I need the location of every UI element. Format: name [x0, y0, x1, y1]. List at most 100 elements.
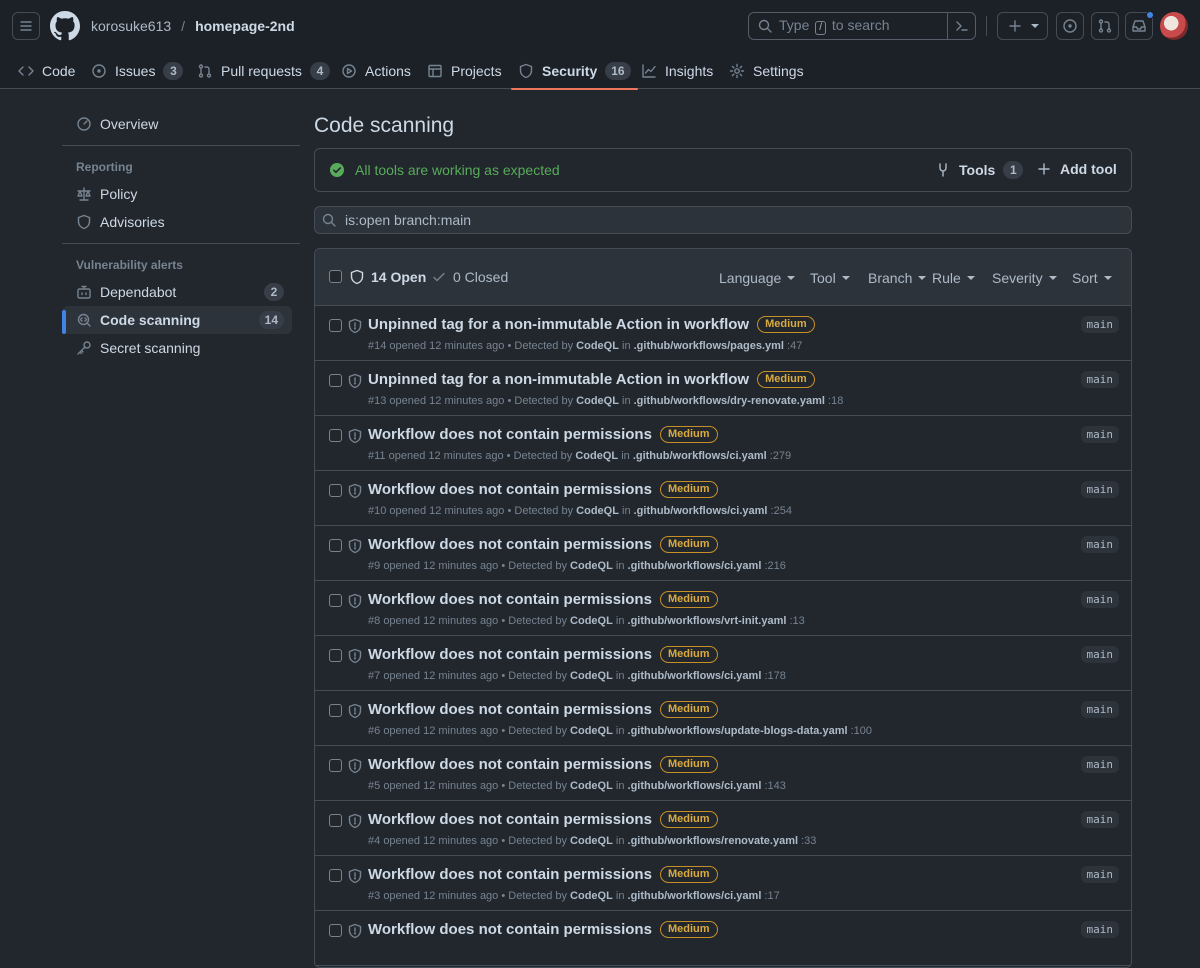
alert-file-path[interactable]: .github/workflows/ci.yaml: [633, 450, 767, 462]
alert-title-link[interactable]: Workflow does not contain permissions Med…: [368, 701, 718, 718]
alert-row[interactable]: Workflow does not contain permissions Med…: [315, 471, 1131, 526]
detected-by-label: Detected by: [514, 340, 574, 352]
alerts-filter-input[interactable]: is:open branch:main: [314, 206, 1132, 234]
severity-badge: Medium: [659, 756, 718, 773]
alert-row[interactable]: Workflow does not contain permissions Med…: [315, 416, 1131, 471]
alert-checkbox[interactable]: [329, 539, 342, 552]
alert-title-link[interactable]: Workflow does not contain permissions Med…: [368, 536, 718, 553]
alert-meta: #4 opened 12 minutes ago • Detected by C…: [368, 835, 816, 847]
alert-title-link[interactable]: Workflow does not contain permissions Med…: [368, 921, 718, 938]
alert-file-path[interactable]: .github/workflows/ci.yaml: [628, 890, 762, 902]
alert-file-path[interactable]: .github/workflows/ci.yaml: [628, 560, 762, 572]
search-shortcut-key: /: [815, 21, 827, 35]
alert-title-link[interactable]: Workflow does not contain permissions Med…: [368, 811, 718, 828]
tool-filter[interactable]: Tool: [810, 270, 850, 286]
tools-count-badge: 1: [1003, 161, 1024, 179]
alert-file-path[interactable]: .github/workflows/update-blogs-data.yaml: [628, 725, 848, 737]
open-alerts-tab[interactable]: 14 Open: [349, 269, 426, 285]
closed-alerts-tab[interactable]: 0 Closed: [431, 269, 508, 285]
tab-settings[interactable]: Settings: [729, 52, 804, 89]
alert-title-link[interactable]: Workflow does not contain permissions Med…: [368, 591, 718, 608]
sidebar-item-label: Policy: [100, 186, 138, 202]
alert-checkbox[interactable]: [329, 814, 342, 827]
alert-file-path[interactable]: .github/workflows/ci.yaml: [628, 780, 762, 792]
filter-label: Tool: [810, 270, 836, 286]
alert-title-link[interactable]: Workflow does not contain permissions Med…: [368, 646, 718, 663]
alert-row[interactable]: Workflow does not contain permissions Med…: [315, 911, 1131, 966]
alert-checkbox[interactable]: [329, 869, 342, 882]
command-palette-button[interactable]: [947, 13, 975, 39]
alert-row[interactable]: Workflow does not contain permissions Med…: [315, 691, 1131, 746]
alert-meta: #11 opened 12 minutes ago • Detected by …: [368, 450, 791, 462]
alert-checkbox[interactable]: [329, 759, 342, 772]
alert-checkbox[interactable]: [329, 704, 342, 717]
alert-meta: #9 opened 12 minutes ago • Detected by C…: [368, 560, 786, 572]
issues-button[interactable]: [1056, 12, 1084, 40]
alert-checkbox[interactable]: [329, 594, 342, 607]
sidebar-item-dependabot[interactable]: Dependabot 2: [62, 278, 292, 306]
create-new-button[interactable]: [997, 12, 1048, 40]
shield-alert-icon: [348, 373, 362, 389]
github-logo-icon[interactable]: [50, 11, 80, 41]
severity-filter[interactable]: Severity: [992, 270, 1057, 286]
alert-file-path[interactable]: .github/workflows/vrt-init.yaml: [628, 615, 787, 627]
alert-file-path[interactable]: .github/workflows/dry-renovate.yaml: [634, 395, 825, 407]
search-input[interactable]: Type / to search: [748, 12, 976, 40]
alert-title-link[interactable]: Workflow does not contain permissions Med…: [368, 756, 718, 773]
sidebar-item-label: Dependabot: [100, 284, 177, 300]
alert-title-link[interactable]: Unpinned tag for a non-immutable Action …: [368, 316, 815, 333]
alert-row[interactable]: Workflow does not contain permissions Med…: [315, 581, 1131, 636]
alert-row[interactable]: Unpinned tag for a non-immutable Action …: [315, 306, 1131, 361]
tab-actions[interactable]: Actions: [341, 52, 411, 89]
alert-row[interactable]: Workflow does not contain permissions Med…: [315, 746, 1131, 801]
alert-row[interactable]: Workflow does not contain permissions Med…: [315, 801, 1131, 856]
tab-issues[interactable]: Issues 3: [91, 52, 184, 89]
alert-row[interactable]: Unpinned tag for a non-immutable Action …: [315, 361, 1131, 416]
tab-insights[interactable]: Insights: [641, 52, 713, 89]
alert-checkbox[interactable]: [329, 924, 342, 937]
branch-label: main: [1080, 536, 1119, 553]
alert-title-link[interactable]: Workflow does not contain permissions Med…: [368, 866, 718, 883]
alert-checkbox[interactable]: [329, 374, 342, 387]
meta-bullet: •: [501, 670, 506, 682]
pull-requests-button[interactable]: [1091, 12, 1119, 40]
alert-row[interactable]: Workflow does not contain permissions Med…: [315, 636, 1131, 691]
tab-security[interactable]: Security 16: [511, 52, 638, 90]
branch-filter[interactable]: Branch: [868, 270, 927, 286]
alert-checkbox[interactable]: [329, 319, 342, 332]
alert-checkbox[interactable]: [329, 649, 342, 662]
select-all-checkbox[interactable]: [329, 270, 342, 283]
alert-file-path[interactable]: .github/workflows/ci.yaml: [628, 670, 762, 682]
avatar[interactable]: [1160, 12, 1188, 40]
breadcrumb: korosuke613 / homepage-2nd: [91, 18, 295, 34]
sidebar-item-secret-scanning[interactable]: Secret scanning: [62, 334, 292, 362]
sort-dropdown[interactable]: Sort: [1072, 270, 1112, 286]
alert-checkbox[interactable]: [329, 429, 342, 442]
tools-button[interactable]: Tools 1: [935, 161, 1024, 179]
repo-name-link[interactable]: homepage-2nd: [195, 18, 295, 34]
tab-projects[interactable]: Projects: [427, 52, 502, 89]
repo-owner-link[interactable]: korosuke613: [91, 18, 171, 34]
alert-file-path[interactable]: .github/workflows/renovate.yaml: [628, 835, 799, 847]
tab-pull-requests[interactable]: Pull requests 4: [197, 52, 330, 89]
sidebar-item-advisories[interactable]: Advisories: [62, 208, 292, 236]
alert-checkbox[interactable]: [329, 484, 342, 497]
menu-button[interactable]: [12, 12, 40, 40]
detected-by-label: Detected by: [514, 505, 574, 517]
alert-title-link[interactable]: Workflow does not contain permissions Med…: [368, 426, 718, 443]
alert-row[interactable]: Workflow does not contain permissions Med…: [315, 856, 1131, 911]
language-filter[interactable]: Language: [719, 270, 796, 286]
alert-title-link[interactable]: Unpinned tag for a non-immutable Action …: [368, 371, 815, 388]
code-icon: [18, 65, 34, 76]
rule-filter[interactable]: Rule: [932, 270, 975, 286]
alert-row[interactable]: Workflow does not contain permissions Med…: [315, 526, 1131, 581]
sidebar-item-overview[interactable]: Overview: [62, 110, 292, 138]
tab-code[interactable]: Code: [18, 52, 75, 89]
alert-file-path[interactable]: .github/workflows/pages.yml: [634, 340, 784, 352]
add-tool-button[interactable]: Add tool: [1036, 161, 1117, 177]
check-icon: [433, 272, 445, 282]
sidebar-item-code-scanning[interactable]: Code scanning 14: [62, 306, 292, 334]
alert-file-path[interactable]: .github/workflows/ci.yaml: [634, 505, 768, 517]
alert-title-link[interactable]: Workflow does not contain permissions Med…: [368, 481, 718, 498]
sidebar-item-policy[interactable]: Policy: [62, 180, 292, 208]
